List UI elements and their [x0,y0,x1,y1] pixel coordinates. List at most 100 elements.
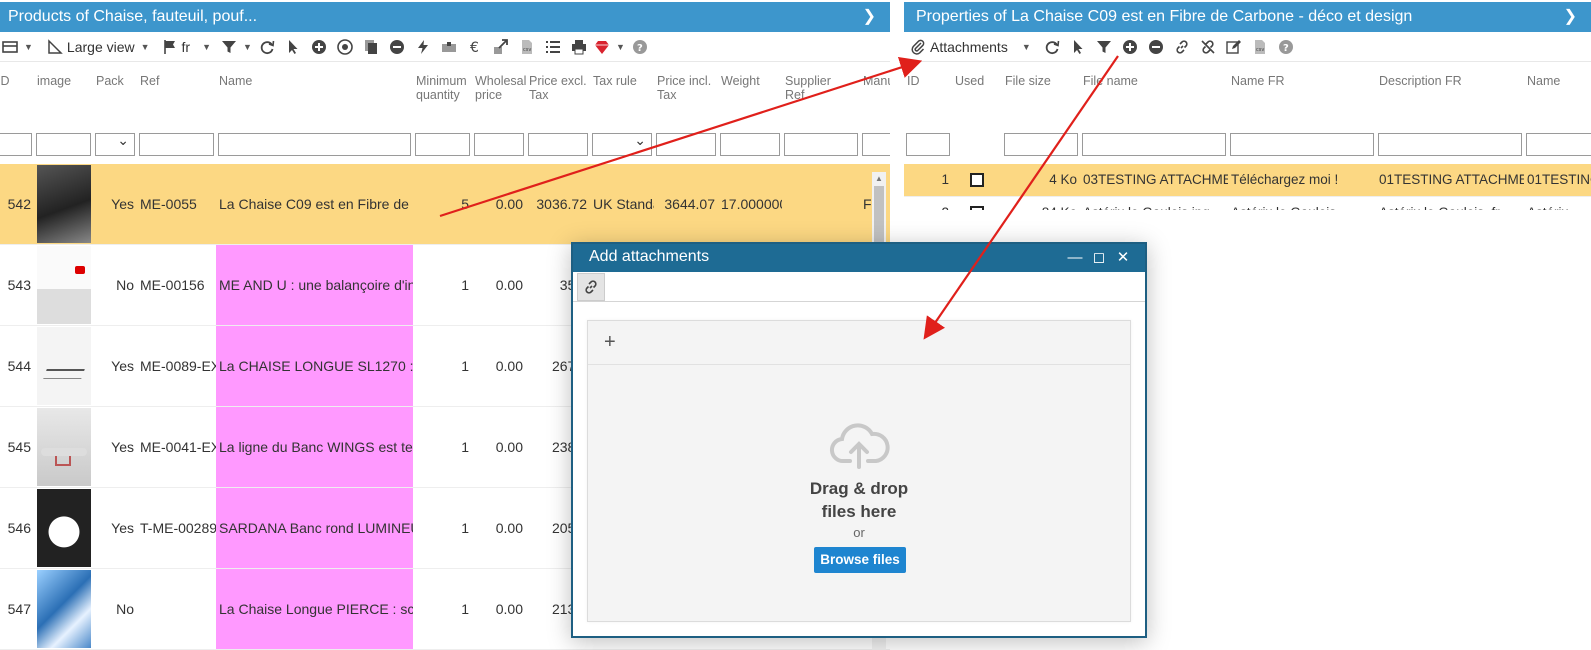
filter-price-incl-input[interactable] [656,132,716,156]
gem-icon[interactable]: ▼ [594,36,625,58]
filter-id-input[interactable] [0,132,32,156]
dialog-titlebar[interactable]: Add attachments — ◻ ✕ [573,244,1145,272]
select-pointer-icon[interactable] [282,36,304,58]
euro-icon[interactable]: € [464,36,486,58]
cell-name[interactable]: La CHAISE LONGUE SL1270 : [216,325,413,407]
filter-pack-select[interactable] [95,132,135,156]
filter-description-fr-input[interactable] [1378,132,1522,156]
select-pointer-icon[interactable] [1067,36,1089,58]
col-header-name-fr[interactable]: Name FR [1228,64,1376,124]
col-header-tax-rule[interactable]: Tax rule [590,64,654,124]
drop-zone[interactable]: Drag & drop files here or Browse files [588,365,1130,621]
col-header-file-name[interactable]: File name [1080,64,1228,124]
browse-files-button[interactable]: Browse files [814,547,906,573]
minimize-icon[interactable]: — [1067,245,1083,271]
cell-used[interactable] [952,196,1002,210]
col-header-id[interactable]: ID [904,64,952,124]
help-icon[interactable]: ? [629,36,651,58]
refresh-icon[interactable] [256,36,278,58]
filter-icon[interactable] [1093,36,1115,58]
filter-id-input[interactable] [906,132,950,156]
cell-image[interactable] [34,325,93,407]
cell-description-fr[interactable]: Astérix le Gaulois_fr [1376,196,1524,210]
attachments-selector[interactable]: Attachments ▼ [910,36,1031,58]
refresh-icon[interactable] [1041,36,1063,58]
col-header-used[interactable]: Used [952,64,1002,124]
col-header-image[interactable]: image [34,64,93,124]
filter-name-input[interactable] [1526,132,1591,156]
help-icon[interactable]: ? [1275,36,1297,58]
unlink-icon[interactable] [1197,36,1219,58]
cell-image[interactable] [34,487,93,569]
products-panel-header[interactable]: Products of Chaise, fauteuil, pouf... ❯ [0,2,890,32]
add-attachment-icon[interactable] [1119,36,1141,58]
delete-icon[interactable] [386,36,408,58]
cell-name-fr[interactable]: Téléchargez moi ! [1228,164,1376,197]
properties-panel-header[interactable]: Properties of La Chaise C09 est en Fibre… [904,2,1591,32]
list-icon[interactable] [542,36,564,58]
mass-edit-icon[interactable] [438,36,460,58]
col-header-wholesale-price[interactable]: Wholesale price [472,64,526,124]
edit-icon[interactable] [1223,36,1245,58]
export-icon[interactable] [490,36,512,58]
filter-manufacturer-input[interactable] [862,132,890,156]
print-icon[interactable] [568,36,590,58]
cell-image[interactable] [34,164,93,245]
used-checkbox[interactable] [970,173,984,188]
table-row[interactable]: 1 4 Ko 03TESTING ATTACHMENT Téléchargez … [904,164,1591,197]
col-header-name[interactable]: Name [216,64,413,124]
preview-icon[interactable] [334,36,356,58]
filter-name-fr-input[interactable] [1230,132,1374,156]
duplicate-icon[interactable] [360,36,382,58]
cell-description-fr[interactable]: 01TESTING ATTACHMENT [1376,164,1524,197]
lightning-icon[interactable] [412,36,434,58]
link-icon[interactable] [1171,36,1193,58]
filter-file-name-input[interactable] [1082,132,1226,156]
cell-name[interactable]: 01TESTING [1524,164,1591,197]
cell-name[interactable]: La Chaise C09 est en Fibre de Carbone [216,164,413,245]
filter-taxrule-select[interactable] [592,132,652,156]
csv-icon[interactable]: csv [1249,36,1271,58]
cell-name[interactable]: SARDANA Banc rond LUMINEUX [216,487,413,569]
filter-ref-input[interactable] [139,132,214,156]
add-icon[interactable] [308,36,330,58]
table-row[interactable]: 2 84 Ko Astérix le Gaulois.jpg Astérix l… [904,196,1591,210]
delete-icon[interactable] [1145,36,1167,58]
scroll-up-icon[interactable]: ▲ [875,174,883,183]
chevron-right-icon[interactable]: ❯ [1564,2,1577,32]
col-header-weight[interactable]: Weight [718,64,782,124]
cell-used[interactable] [952,164,1002,197]
col-header-file-size[interactable]: File size [1002,64,1080,124]
cell-image[interactable] [34,244,93,326]
filter-name-input[interactable] [218,132,411,156]
cell-image[interactable] [34,568,93,650]
filter-minqty-input[interactable] [415,132,470,156]
col-header-pack[interactable]: Pack [93,64,137,124]
filter-weight-input[interactable] [720,132,780,156]
used-checkbox[interactable] [970,205,984,210]
col-header-id[interactable]: ID [0,64,34,124]
close-icon[interactable]: ✕ [1115,245,1131,271]
col-header-price-excl-tax[interactable]: Price excl. Tax [526,64,590,124]
filter-image-input[interactable] [36,132,91,156]
cell-name[interactable]: La Chaise Longue PIERCE : sculpture [216,568,413,650]
cell-name[interactable]: ME AND U : une balançoire d'intérieur [216,244,413,326]
filter-price-input[interactable] [528,132,588,156]
filter-wholesale-input[interactable] [474,132,524,156]
language-selector[interactable]: fr ▼ [162,36,211,58]
col-header-price-incl-tax[interactable]: Price incl. Tax [654,64,718,124]
filter-supplier-input[interactable] [784,132,858,156]
chevron-right-icon[interactable]: ❯ [863,2,876,32]
add-file-button[interactable]: + [604,331,616,354]
col-header-description-fr[interactable]: Description FR [1376,64,1524,124]
filter-icon[interactable]: ▼ [221,36,252,58]
col-header-minimum-quantity[interactable]: Minimum quantity [413,64,472,124]
col-header-manufacturer[interactable]: Manufacturer [860,64,890,124]
cell-image[interactable] [34,406,93,488]
tab-link[interactable] [577,273,605,301]
filter-file-size-input[interactable] [1004,132,1078,156]
col-header-name[interactable]: Name [1524,64,1591,124]
col-header-supplier-ref[interactable]: Supplier Ref. [782,64,860,124]
view-selector[interactable]: Large view ▼ [47,36,150,58]
csv-icon[interactable]: csv [516,36,538,58]
